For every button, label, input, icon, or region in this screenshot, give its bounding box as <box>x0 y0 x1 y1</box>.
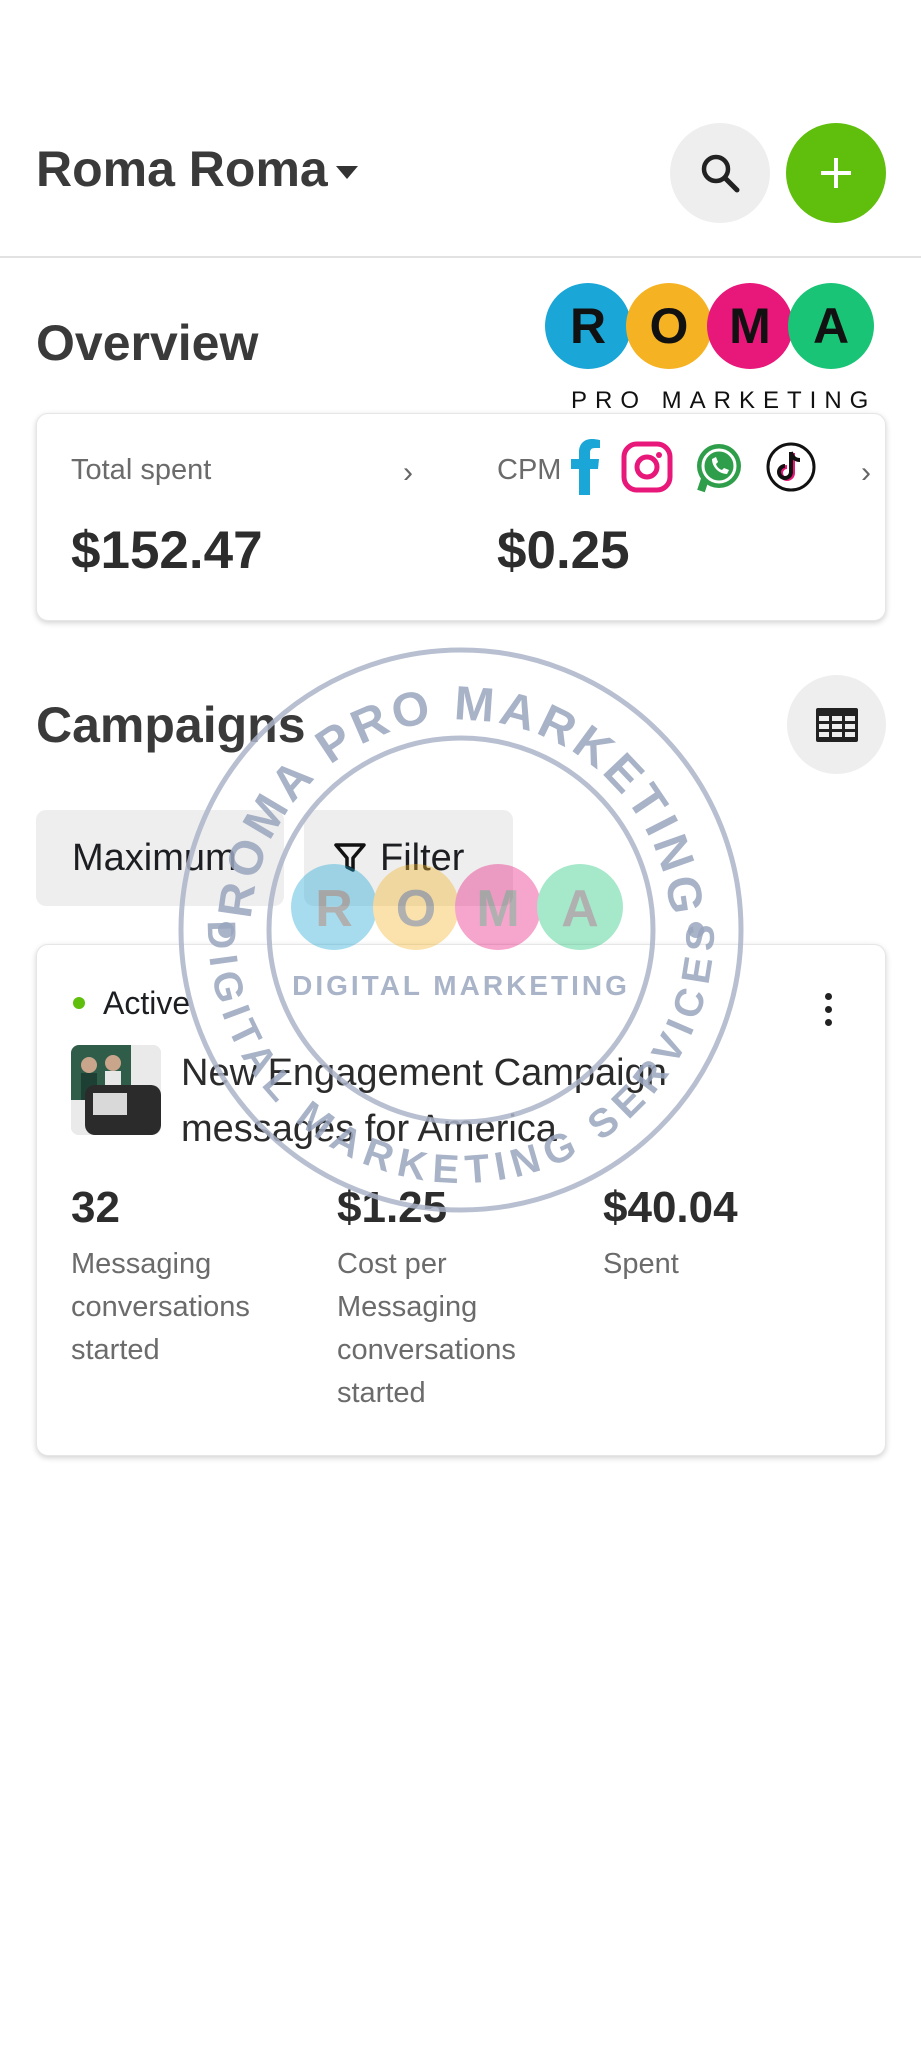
stat-value: $40.04 <box>603 1183 738 1232</box>
more-options-icon[interactable] <box>821 989 836 1030</box>
logo-letter: R <box>545 283 631 369</box>
campaigns-title: Campaigns <box>36 697 306 753</box>
filter-chip[interactable]: Filter <box>304 810 513 906</box>
stat-value: $1.25 <box>337 1183 448 1232</box>
roma-logo: R O M A PRO MARKETING <box>545 283 885 523</box>
campaign-name: New Engagement Campaign messages for Ame… <box>181 1052 667 1150</box>
whatsapp-icon <box>697 444 741 493</box>
stat-label: Spent <box>603 1248 679 1280</box>
chevron-right-icon: › <box>403 456 413 489</box>
create-button[interactable] <box>786 123 886 223</box>
logo-letter: M <box>707 283 793 369</box>
filter-icon <box>334 843 366 872</box>
status-label: Active <box>103 985 191 1021</box>
metric-value: $152.47 <box>71 521 263 580</box>
table-view-button[interactable] <box>787 675 886 774</box>
campaign-card[interactable]: Active New Engagement Campaign messages … <box>36 944 886 1456</box>
header-divider <box>0 256 921 258</box>
stat-label: Messaging conversations started <box>71 1248 250 1366</box>
metric-value: $0.25 <box>497 521 630 580</box>
watermark-letter: A <box>561 880 599 938</box>
sort-chip-label: Maximum <box>72 836 237 879</box>
tiktok-icon <box>766 442 816 492</box>
status-dot <box>73 997 85 1009</box>
campaign-stat: $1.25 Cost per Messaging conversations s… <box>337 1183 577 1415</box>
logo-letter: O <box>626 283 712 369</box>
filter-chip-label: Filter <box>380 836 465 879</box>
stat-label: Cost per Messaging conversations started <box>337 1248 516 1409</box>
logo-tagline: PRO MARKETING <box>571 387 877 414</box>
stat-value: 32 <box>71 1183 120 1232</box>
search-icon <box>701 154 740 193</box>
caret-down-icon <box>335 165 358 179</box>
metric-total-spent[interactable]: Total spent › $152.47 <box>37 414 461 620</box>
table-icon <box>815 707 858 742</box>
search-button[interactable] <box>670 123 770 223</box>
overview-title: Overview <box>36 315 259 371</box>
sort-chip[interactable]: Maximum <box>36 810 284 906</box>
account-switcher[interactable]: Roma Roma <box>36 140 358 198</box>
account-name: Roma Roma <box>36 141 328 197</box>
metric-label: Total spent <box>71 454 212 486</box>
campaign-stat: 32 Messaging conversations started <box>71 1183 311 1372</box>
campaign-thumbnail <box>71 1045 161 1135</box>
logo-letter: A <box>788 283 874 369</box>
facebook-icon <box>571 439 600 495</box>
instagram-icon <box>621 441 673 493</box>
plus-icon <box>821 158 851 188</box>
campaign-stat: $40.04 Spent <box>603 1183 843 1286</box>
